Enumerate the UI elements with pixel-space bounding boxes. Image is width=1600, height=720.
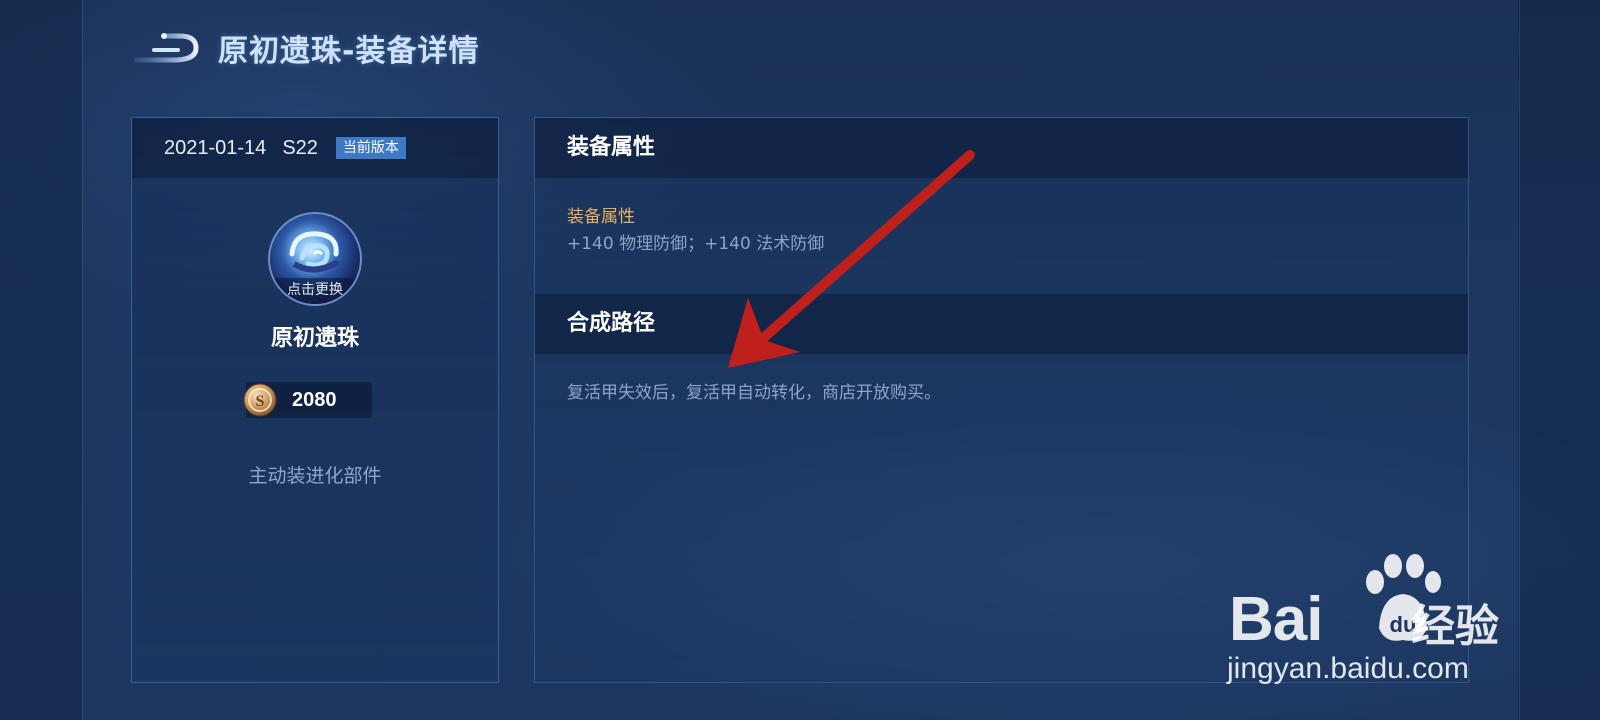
right-margin — [1518, 0, 1600, 720]
item-name: 原初遗珠 — [270, 326, 359, 351]
page-header: 原初遗珠-装备详情 — [134, 18, 479, 78]
synthesis-text: 复活甲失效后，复活甲自动转化，商店开放购买。 — [567, 383, 941, 403]
left-margin — [0, 0, 82, 720]
attributes-value: +140 物理防御；+140 法术防御 — [567, 234, 825, 254]
page-title: 原初遗珠-装备详情 — [218, 34, 480, 69]
baidu-jingyan-watermark: Bai du 经验 jingyan.baidu.com — [1225, 548, 1515, 688]
version-bar: 2021-01-14 S22 当前版本 — [132, 118, 498, 178]
season-label: S22 — [282, 136, 318, 159]
version-date: 2021-01-14 — [164, 136, 267, 159]
item-avatar[interactable]: 点击更换 — [268, 212, 362, 306]
item-orb-icon — [289, 231, 340, 273]
price-box: S 2080 — [243, 382, 372, 418]
change-avatar-label: 点击更换 — [270, 278, 360, 304]
item-category: 主动装进化部件 — [248, 465, 382, 487]
svg-text:S: S — [256, 393, 265, 410]
watermark-brand-left: Bai — [1229, 585, 1323, 654]
gold-coin-icon: S — [243, 383, 277, 417]
synthesis-heading: 合成路径 — [535, 294, 1468, 354]
watermark-brand-right: 经验 — [1411, 601, 1499, 652]
item-summary-panel: 2021-01-14 S22 当前版本 点击更换 原初遗珠 S 2080 主动装… — [131, 117, 499, 683]
item-price: 2080 — [292, 389, 337, 411]
watermark-url: jingyan.baidu.com — [1227, 652, 1469, 685]
back-arrow-icon[interactable] — [134, 28, 206, 68]
attributes-label: 装备属性 — [567, 207, 635, 227]
attributes-heading: 装备属性 — [535, 118, 1468, 178]
current-version-badge: 当前版本 — [335, 137, 406, 159]
